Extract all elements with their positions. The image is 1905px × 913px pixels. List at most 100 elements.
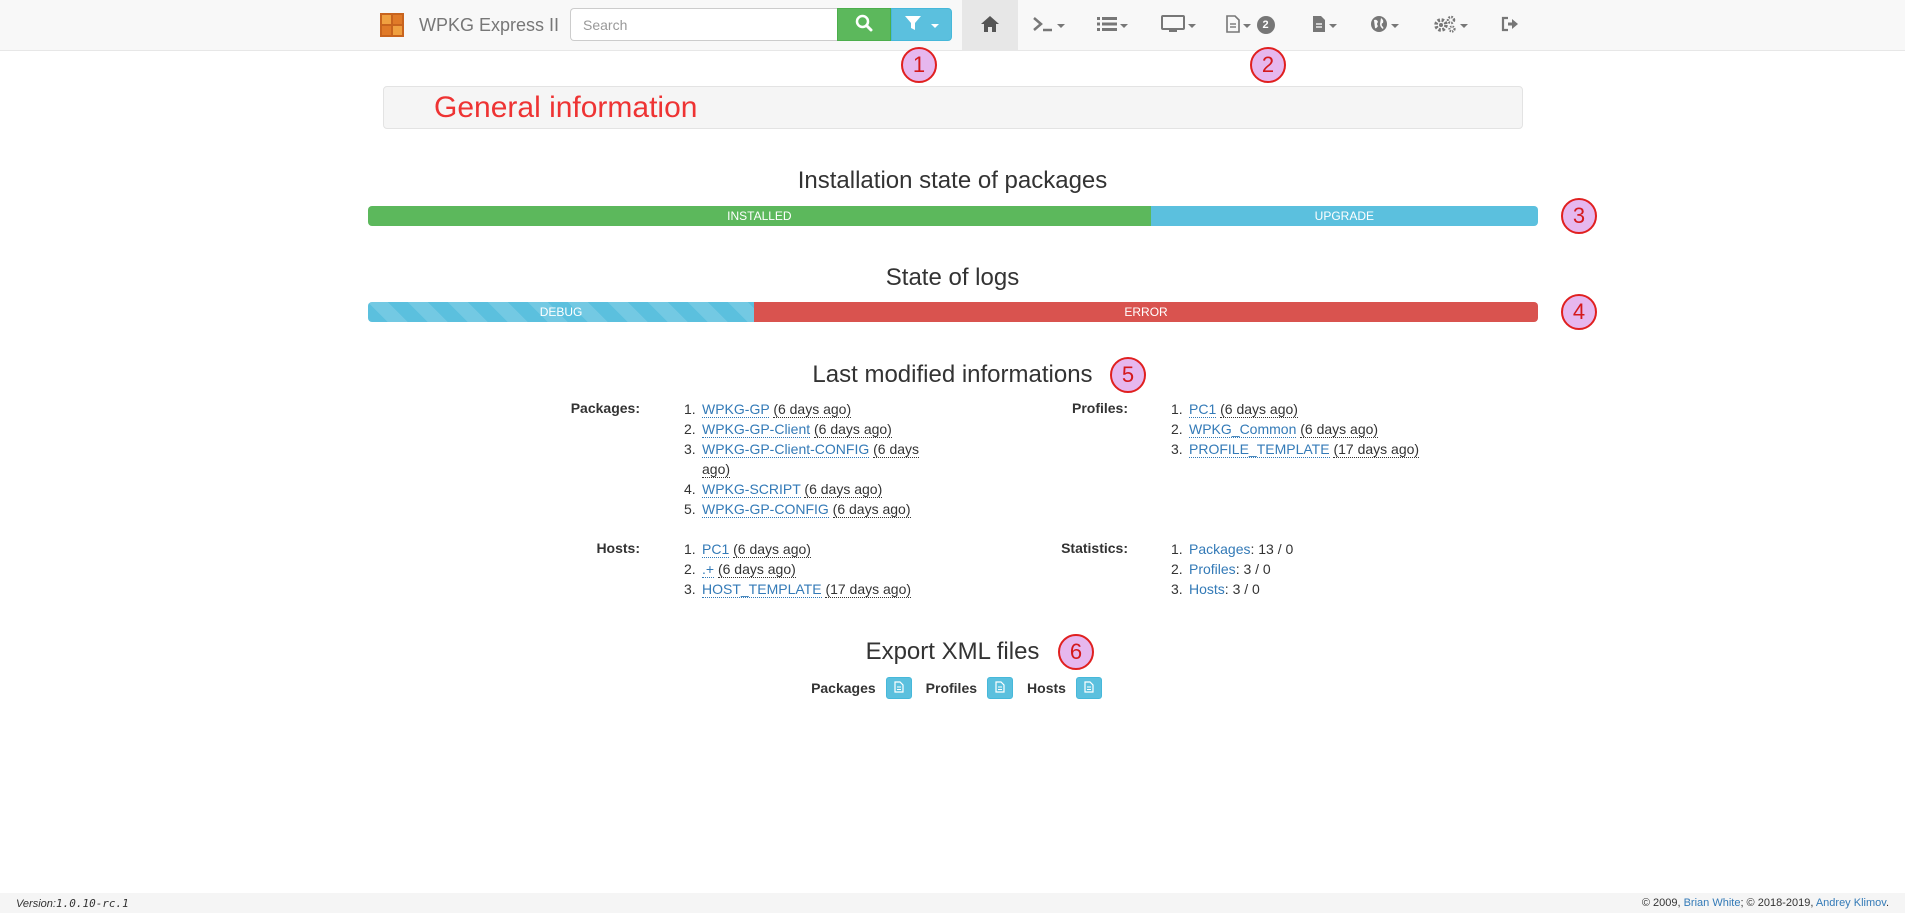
file-icon <box>894 680 904 696</box>
nav-terminal-menu[interactable] <box>1018 0 1078 50</box>
version-label: Version: <box>16 898 56 910</box>
export-hosts-button[interactable] <box>1075 677 1102 699</box>
progress-segment-error[interactable]: ERROR <box>754 302 1538 322</box>
packages-list: 1. WPKG-GP (6 days ago) 2. WPKG-GP-Client … <box>684 399 924 519</box>
logs-state-heading: State of logs <box>885 264 1020 291</box>
profile-link[interactable]: PC1 <box>1189 401 1217 418</box>
navbar: WPKG Express II Search 2 <box>0 0 1905 51</box>
version-number: 1.0.10-rc.1 <box>55 897 129 910</box>
statistics-label: Statistics: <box>1061 540 1128 556</box>
time-ago: (6 days ago) <box>717 561 796 578</box>
statistics-value: : 13 / 0 <box>1250 541 1294 557</box>
profile-link[interactable]: WPKG_Common <box>1189 421 1297 438</box>
hosts-list: 1. PC1 (6 days ago) 2. .+ (6 days ago) 3. H… <box>684 539 944 599</box>
progress-segment-upgrade[interactable]: UPGRADE <box>1150 206 1538 226</box>
nav-home[interactable] <box>962 0 1018 50</box>
terminal-icon <box>1032 16 1054 35</box>
logout-button[interactable] <box>1490 0 1530 50</box>
time-ago: (6 days ago) <box>814 421 892 438</box>
copyright-text: . <box>1885 897 1889 909</box>
time-ago: (6 days ago) <box>832 501 911 518</box>
host-link[interactable]: .+ <box>702 561 715 578</box>
search-button[interactable] <box>837 8 891 41</box>
list-item: 5. WPKG-GP-CONFIG (6 days ago) <box>684 501 911 518</box>
sign-out-icon <box>1501 16 1519 35</box>
chevron-down-icon <box>1390 24 1399 28</box>
cogs-icon <box>1433 15 1457 36</box>
filter-icon <box>904 14 922 35</box>
file-icon <box>1084 680 1094 696</box>
package-link[interactable]: WPKG-GP-Client-CONFIG <box>702 441 870 458</box>
file-icon <box>1225 14 1240 36</box>
progress-segment-debug[interactable]: DEBUG <box>368 302 755 322</box>
statistics-list: 1. Packages: 13 / 0 2. Profiles: 3 / 0 3. H… <box>1171 539 1431 599</box>
page-title: General information <box>434 91 698 124</box>
export-packages-button[interactable] <box>885 677 912 699</box>
progress-segment-installed[interactable]: INSTALLED <box>368 206 1151 226</box>
list-item: 3. PROFILE_TEMPLATE (17 days ago) <box>1171 441 1420 458</box>
package-link[interactable]: WPKG-GP-Client <box>702 421 811 438</box>
copyright: © 2009, Brian White; © 2018-2019, Andrey… <box>1642 897 1889 909</box>
nav-reports-menu[interactable] <box>1298 0 1350 50</box>
time-ago: (6 days ago) <box>1300 421 1379 438</box>
time-ago: (6 days ago) <box>1220 401 1298 418</box>
statistics-value: : 3 / 0 <box>1235 561 1271 577</box>
time-ago: (6 days ago) <box>773 401 852 418</box>
profile-link[interactable]: PROFILE_TEMPLATE <box>1189 441 1330 458</box>
export-profiles-label: Profiles <box>925 680 978 696</box>
file-solid-icon <box>1312 15 1326 36</box>
list-item: 3. Hosts: 3 / 0 <box>1171 581 1260 597</box>
export-row: Packages Profiles Hosts <box>0 677 1905 699</box>
callout-marker: 2 <box>1250 47 1286 83</box>
chevron-down-icon <box>1187 24 1196 28</box>
list-item: 2. .+ (6 days ago) <box>684 561 796 578</box>
export-heading: Export XML files <box>865 638 1040 665</box>
statistics-hosts-link[interactable]: Hosts <box>1189 581 1225 597</box>
home-icon <box>980 15 1000 36</box>
packages-state-heading: Installation state of packages <box>797 167 1108 194</box>
callout-marker: 4 <box>1561 294 1597 330</box>
time-ago: (17 days ago) <box>1333 441 1420 458</box>
host-link[interactable]: PC1 <box>702 541 730 558</box>
list-item: 3. WPKG-GP-Client-CONFIG (6 days ago) <box>684 441 920 478</box>
package-link[interactable]: WPKG-GP-CONFIG <box>702 501 829 518</box>
nav-hosts-menu[interactable] <box>1145 0 1211 50</box>
host-link[interactable]: HOST_TEMPLATE <box>702 581 822 598</box>
callout-marker: 1 <box>901 47 937 83</box>
version-info: Version:1.0.10-rc.1 <box>16 897 129 910</box>
nav-logs-menu[interactable]: 2 <box>1214 0 1286 50</box>
packages-state-progress: INSTALLED UPGRADE <box>368 206 1538 226</box>
chevron-down-icon <box>1119 24 1128 28</box>
time-ago: (17 days ago) <box>825 581 912 598</box>
page-header: General information <box>383 86 1523 129</box>
logs-count-badge: 2 <box>1256 16 1275 34</box>
last-modified-heading: Last modified informations <box>812 361 1093 388</box>
author-link-andrey-klimov[interactable]: Andrey Klimov <box>1816 897 1886 909</box>
export-hosts-label: Hosts <box>1027 680 1066 696</box>
profiles-list: 1. PC1 (6 days ago) 2. WPKG_Common (6 days… <box>1171 399 1501 459</box>
brand-title: WPKG Express II <box>419 14 560 35</box>
nav-list-menu[interactable] <box>1082 0 1142 50</box>
chevron-down-icon <box>931 23 939 28</box>
nav-settings-menu[interactable] <box>1420 0 1480 50</box>
list-item: 2. WPKG_Common (6 days ago) <box>1171 421 1379 438</box>
brand[interactable]: WPKG Express II <box>380 13 559 37</box>
package-link[interactable]: WPKG-SCRIPT <box>702 481 801 498</box>
nav-language-menu[interactable] <box>1358 0 1410 50</box>
globe-icon <box>1370 15 1388 36</box>
search-icon <box>855 14 873 35</box>
list-item: 1. WPKG-GP (6 days ago) <box>684 401 852 418</box>
package-link[interactable]: WPKG-GP <box>702 401 770 418</box>
export-profiles-button[interactable] <box>987 677 1014 699</box>
list-item: 2. Profiles: 3 / 0 <box>1171 561 1271 577</box>
hosts-label: Hosts: <box>596 540 640 556</box>
monitor-icon <box>1160 14 1185 36</box>
list-icon <box>1096 16 1117 35</box>
author-link-brian-white[interactable]: Brian White <box>1684 897 1741 909</box>
filter-dropdown-button[interactable] <box>891 8 952 41</box>
search-input[interactable] <box>570 8 838 41</box>
time-ago: (6 days ago) <box>733 541 811 558</box>
statistics-profiles-link[interactable]: Profiles <box>1189 561 1236 577</box>
statistics-packages-link[interactable]: Packages <box>1189 541 1250 557</box>
file-icon <box>995 680 1005 696</box>
